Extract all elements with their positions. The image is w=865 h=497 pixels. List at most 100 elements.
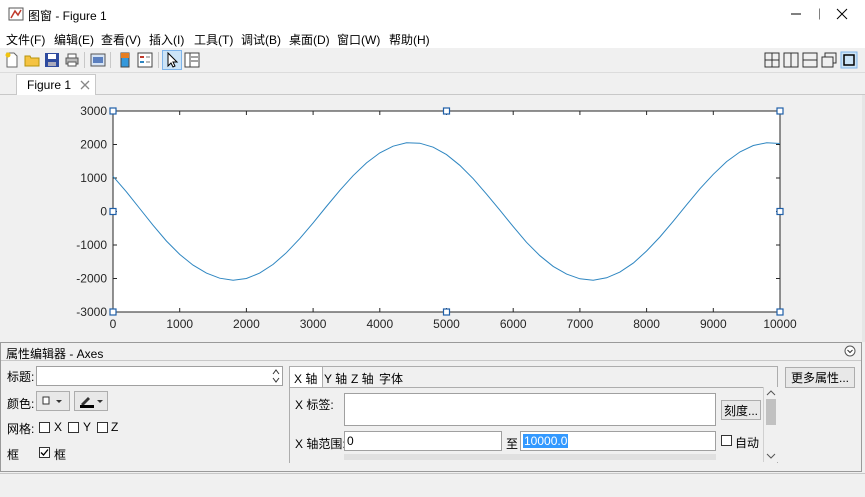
grid-y-label: Y (83, 420, 92, 434)
maximize-icon (819, 8, 820, 20)
pointer-arrow-icon (167, 51, 179, 68)
partial-row (344, 454, 716, 460)
scroll-thumb[interactable] (766, 399, 776, 425)
vertical-scrollbar[interactable] (763, 387, 778, 462)
property-editor: 属性编辑器 - Axes 标题: 颜色: 网格: X Y Z 框 框 X 轴 Y… (0, 342, 862, 472)
selection-handle (109, 207, 117, 216)
x-axis-tab-content: X 标签: 刻度... X 轴范围: 0 至 10000.0 自动 (290, 387, 777, 463)
grid-y-checkbox[interactable] (68, 422, 79, 433)
auto-checkbox[interactable] (721, 435, 732, 446)
x-max-value: 10000.0 (523, 434, 569, 448)
tile-grid-icon[interactable] (763, 51, 781, 69)
scroll-up-icon[interactable] (766, 389, 776, 397)
tab-y-axis-label: Y 轴 (324, 372, 348, 386)
x-range-label: X 轴范围: (295, 437, 346, 451)
face-color-button[interactable] (36, 391, 70, 411)
property-editor-title: 属性编辑器 - Axes (6, 347, 104, 361)
auto-label: 自动 (735, 436, 760, 450)
y-tick-label: -3000 (76, 305, 107, 319)
toolbar-separator (110, 52, 111, 68)
y-tick-label: 3000 (80, 104, 107, 118)
ticks-button[interactable]: 刻度... (721, 400, 761, 420)
menu-file[interactable]: 文件(F) (6, 31, 45, 48)
tab-x-axis-label: X 轴 (294, 372, 318, 386)
menu-desktop[interactable]: 桌面(D) (289, 31, 330, 48)
color-label: 颜色: (7, 397, 35, 411)
grid-label: 网格: (7, 422, 35, 436)
tab-font-label: 字体 (379, 372, 404, 386)
menu-debug[interactable]: 调试(B) (241, 31, 281, 48)
x-tick-label: 3000 (300, 317, 327, 331)
colorbar-icon[interactable] (116, 51, 134, 69)
title-bar: 图窗 - Figure 1 (0, 0, 865, 28)
selection-handle (776, 308, 784, 316)
tile-rows-icon[interactable] (801, 51, 819, 69)
menu-help[interactable]: 帮助(H) (389, 31, 430, 48)
toolbar-separator (84, 52, 85, 68)
menu-edit[interactable]: 编辑(E) (54, 31, 94, 48)
property-editor-header: 属性编辑器 - Axes (1, 343, 861, 361)
tab-figure-1[interactable]: Figure 1 (16, 74, 96, 95)
to-label: 至 (506, 437, 519, 451)
link-plot-icon[interactable] (89, 51, 107, 69)
x-min-value: 0 (347, 434, 354, 448)
tile-columns-icon[interactable] (782, 51, 800, 69)
grid-z-checkbox[interactable] (97, 422, 108, 433)
scroll-down-icon[interactable] (766, 452, 776, 460)
more-properties-button[interactable]: 更多属性... (785, 367, 855, 388)
maximize-button[interactable] (774, 0, 820, 28)
menu-view[interactable]: 查看(V) (101, 31, 141, 48)
grid-x-label: X (54, 420, 63, 434)
title-input[interactable] (36, 366, 283, 386)
new-figure-icon[interactable] (3, 51, 21, 69)
line-chart[interactable]: 0 1000 2000 3000 4000 5000 6000 7000 8000 9000 100… (0, 95, 862, 342)
legend-icon[interactable] (136, 51, 154, 69)
x-tick-label: 0 (110, 317, 117, 331)
paint-bucket-icon (42, 396, 62, 405)
y-tick-label: 0 (100, 205, 107, 219)
window-title: 图窗 - Figure 1 (28, 9, 107, 23)
y-tick-label: -2000 (76, 272, 107, 286)
x-tick-label: 7000 (567, 317, 594, 331)
toolbar-separator (158, 52, 159, 68)
x-tick-label: 4000 (366, 317, 393, 331)
x-min-input[interactable]: 0 (344, 431, 502, 451)
selection-handle (776, 207, 784, 216)
tab-close-icon[interactable] (80, 80, 90, 90)
menu-window[interactable]: 窗口(W) (337, 31, 380, 48)
float-window-icon[interactable] (820, 51, 838, 69)
tab-z-axis-label: Z 轴 (351, 372, 374, 386)
box-checkbox-label: 框 (54, 448, 67, 462)
figure-tab-strip: Figure 1 (0, 73, 865, 95)
property-inspector-icon[interactable] (183, 51, 201, 69)
x-tick-label: 8000 (633, 317, 660, 331)
edge-color-button[interactable] (74, 391, 108, 411)
x-tick-label: 10000 (763, 317, 797, 331)
x-max-input[interactable]: 10000.0 (520, 431, 716, 451)
status-bar (0, 473, 865, 497)
pen-color-icon (80, 397, 103, 408)
checkmark-icon (40, 449, 49, 456)
collapse-chevron-icon[interactable] (844, 345, 856, 357)
close-button[interactable] (819, 0, 865, 28)
menu-tools[interactable]: 工具(T) (194, 31, 233, 48)
print-icon[interactable] (63, 51, 81, 69)
x-tick-label: 1000 (166, 317, 193, 331)
tab-z-axis[interactable]: Z 轴 (350, 367, 378, 387)
menu-bar: 文件(F) 编辑(E) 查看(V) 插入(I) 工具(T) 调试(B) 桌面(D… (0, 28, 865, 48)
menu-insert[interactable]: 插入(I) (149, 31, 184, 48)
save-icon[interactable] (43, 51, 61, 69)
x-tick-label: 5000 (433, 317, 460, 331)
y-tick-label: 1000 (80, 171, 107, 185)
spinner-icon[interactable] (271, 368, 281, 384)
box-checkbox[interactable] (39, 447, 50, 458)
tab-y-axis[interactable]: Y 轴 (322, 367, 350, 387)
maximize-figure-icon[interactable] (840, 51, 858, 69)
tab-font[interactable]: 字体 (378, 367, 408, 387)
grid-x-checkbox[interactable] (39, 422, 50, 433)
selection-handle (109, 107, 117, 115)
x-label-input[interactable] (344, 393, 716, 426)
tab-x-axis[interactable]: X 轴 (290, 367, 323, 387)
open-file-icon[interactable] (23, 51, 41, 69)
edit-plot-button[interactable] (162, 50, 182, 70)
